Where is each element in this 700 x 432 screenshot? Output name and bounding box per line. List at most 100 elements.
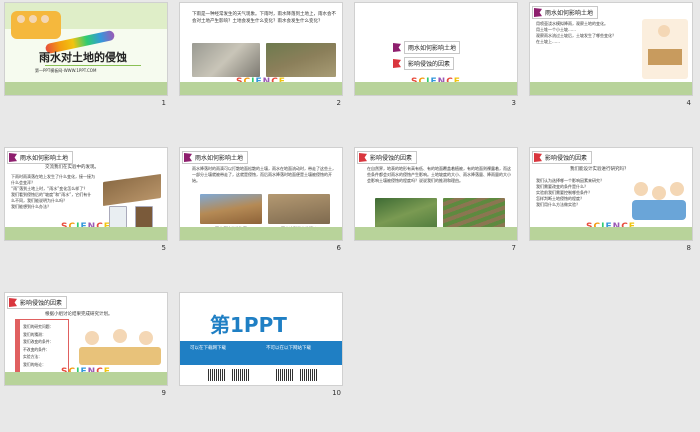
slide-4: 雨水如何影响土地 用喷壶浇水模拟降雨，观察土地的变化。 用土堆一个小土坡…… 观…	[529, 2, 693, 96]
slide-thumb-4[interactable]: 雨水如何影响土地 用喷壶浇水模拟降雨，观察土地的变化。 用土堆一个小土坡…… 观…	[525, 0, 700, 108]
agenda-item-2[interactable]: 影响侵蚀的因素	[393, 57, 455, 70]
lead-text: 根据小组讨论结果完成研究计划。	[45, 312, 113, 317]
slide-thumb-2[interactable]: 下雨是一种经常发生的天气现象。下雨时，雨水降落到土地上，雨水会不会对土地产生影响…	[175, 0, 350, 108]
flag-icon	[393, 59, 401, 68]
title-underline	[45, 65, 141, 66]
agenda-label: 影响侵蚀的因素	[404, 57, 455, 70]
bullet-list: 用喷壶浇水模拟降雨，观察土地的变化。 用土堆一个小土坡…… 观察雨水流过土坡后，…	[536, 21, 634, 45]
slide-thumb-9[interactable]: 影响侵蚀的因素 根据小组讨论结果完成研究计划。 我们的研究问题： 我们的猜测： …	[0, 290, 175, 398]
child-icon	[41, 15, 49, 23]
soil-slope-photo	[103, 173, 161, 207]
header-label: 影响侵蚀的因素	[370, 155, 413, 162]
child-icon	[17, 15, 25, 23]
slide-header: 雨水如何影响土地	[532, 6, 599, 19]
ad-disallowed-label: 不可以在以下网站下载	[266, 346, 311, 351]
header-label: 影响侵蚀的因素	[20, 300, 63, 307]
flag-icon	[534, 8, 542, 17]
experiment-illustration	[642, 19, 688, 79]
qr-code-icon	[208, 369, 226, 381]
children-group-illustration	[630, 178, 688, 222]
child-icon	[29, 15, 37, 23]
child-icon	[652, 186, 666, 200]
slide-header: 影响侵蚀的因素	[357, 151, 418, 164]
slide-number: 4	[686, 99, 691, 107]
slide-5: 雨水如何影响土地 交流我们在实验中的发现。 下雨时雨滴落在地上发生了什么变化，接…	[4, 147, 168, 241]
slide-footer	[530, 82, 692, 95]
bullet-list: 我们认为选择哪一个影响因素来研究？ 我们需要改变的条件是什么？ 实验前我们需要控…	[536, 178, 620, 208]
plan-field: 不改变的条件：	[23, 346, 50, 352]
flag-icon	[9, 298, 17, 307]
slide-number: 8	[686, 244, 691, 252]
child-icon	[85, 331, 99, 345]
slide-number: 3	[511, 99, 516, 107]
slide-number: 5	[161, 244, 166, 252]
slide-thumb-1[interactable]: 雨水对土地的侵蚀 第一PPT模板网-WWW.1PPT.COM 1	[0, 0, 175, 108]
slide-text: 在自然界，地表的地形有高有低、有的地面覆盖着植被，有的地面则裸露着，而这些条件都…	[367, 166, 511, 183]
slide-header: 影响侵蚀的因素	[532, 151, 593, 164]
child-icon	[658, 25, 670, 37]
qr-code-icon	[232, 369, 250, 381]
slide-thumb-6[interactable]: 雨水如何影响土地 雨水降落时的雨滴可以打散地面松散的土壤，雨水在地面流动时，带走…	[175, 145, 350, 253]
child-icon	[670, 182, 684, 196]
bullet-item: 在土坡上……	[536, 39, 560, 44]
slide-number: 1	[161, 99, 166, 107]
slide-thumb-10[interactable]: 第1PPT 可以在下载网下载 不可以在以下网站下载 10	[175, 290, 350, 398]
table-icon	[632, 200, 686, 220]
child-icon	[113, 329, 127, 343]
slide-header: 雨水如何影响土地	[182, 151, 249, 164]
slide-number: 2	[336, 99, 341, 107]
slide-10: 第1PPT 可以在下载网下载 不可以在以下网站下载	[179, 292, 343, 386]
qr-code-icon	[276, 369, 294, 381]
agenda-item-1[interactable]: 雨水如何影响土地	[393, 41, 461, 54]
ad-banner: 可以在下载网下载 不可以在以下网站下载	[180, 341, 342, 365]
slide-number: 10	[332, 389, 341, 397]
slide-9: 影响侵蚀的因素 根据小组讨论结果完成研究计划。 我们的研究问题： 我们的猜测： …	[4, 292, 168, 386]
slide-footer	[355, 227, 517, 240]
slide-2: 下雨是一种经常发生的天气现象。下雨时，雨水降落到土地上，雨水会不会对土地产生影响…	[179, 2, 343, 96]
slide-number: 6	[336, 244, 341, 252]
slide-title: 雨水对土地的侵蚀	[39, 51, 127, 64]
slide-thumb-8[interactable]: 影响侵蚀的因素 我们能设计实验进行研究吗？ 我们认为选择哪一个影响因素来研究？ …	[525, 145, 700, 253]
bullet-item: 我们用什么方法做实验？	[536, 202, 580, 207]
header-label: 影响侵蚀的因素	[545, 155, 588, 162]
plan-field: 实验方法：	[23, 354, 42, 359]
slide-footer	[5, 372, 167, 385]
slide-thumb-3[interactable]: 雨水如何影响土地 影响侵蚀的因素 SCIENCE 3	[350, 0, 525, 108]
ppt-logo: 第1PPT	[210, 313, 287, 337]
flag-icon	[359, 153, 367, 162]
agenda-label: 雨水如何影响土地	[404, 41, 461, 54]
slide-3: 雨水如何影响土地 影响侵蚀的因素 SCIENCE	[354, 2, 518, 96]
vegetated-hill-photo	[375, 198, 437, 230]
slide-number: 9	[161, 389, 166, 397]
slide-thumb-7[interactable]: 影响侵蚀的因素 在自然界，地表的地形有高有低、有的地面覆盖着植被，有的地面则裸露…	[350, 145, 525, 253]
flag-icon	[393, 43, 401, 52]
lead-text: 我们能设计实验进行研究吗？	[570, 167, 629, 172]
slide-number: 7	[511, 244, 516, 252]
slide-footer	[5, 227, 167, 240]
header-label: 雨水如何影响土地	[20, 155, 69, 162]
slide-footer	[530, 227, 692, 240]
flag-icon	[184, 153, 192, 162]
terraced-field-photo	[443, 198, 505, 230]
header-label: 雨水如何影响土地	[545, 10, 594, 17]
qr-code-icon	[300, 369, 318, 381]
plan-field: 我们的猜测：	[23, 331, 46, 337]
lead-text: 交流我们在实验中的发现。	[45, 165, 99, 170]
eroded-field-photo	[266, 43, 336, 77]
bullet-list: 下雨时雨滴落在地上发生了什么变化，接一接为什么会变浑？ “雨”落到土地上时，“雨…	[11, 174, 95, 210]
children-reading-illustration	[79, 327, 161, 369]
plan-list: 我们的研究问题： 我们的猜测： 我们改变的条件： 不改变的条件： 实验方法： 我…	[23, 323, 69, 368]
muddy-ground-photo	[192, 43, 260, 77]
flag-icon	[534, 153, 542, 162]
plan-field: 我们的研究问题：	[23, 324, 54, 329]
slide-footer	[180, 82, 342, 95]
ad-allowed-label: 可以在下载网下载	[190, 346, 226, 351]
flag-icon	[9, 153, 17, 162]
child-icon	[139, 331, 153, 345]
slide-thumb-5[interactable]: 雨水如何影响土地 交流我们在实验中的发现。 下雨时雨滴落在地上发生了什么变化，接…	[0, 145, 175, 253]
slide-footer	[180, 227, 342, 240]
slide-footer	[5, 82, 167, 95]
slide-text: 雨水降落时的雨滴可以打散地面松散的土壤，雨水在地面流动时，带走了这些土，一部分土…	[192, 166, 336, 183]
slide-6: 雨水如何影响土地 雨水降落时的雨滴可以打散地面松散的土壤，雨水在地面流动时，带走…	[179, 147, 343, 241]
gully-photo	[200, 194, 262, 224]
